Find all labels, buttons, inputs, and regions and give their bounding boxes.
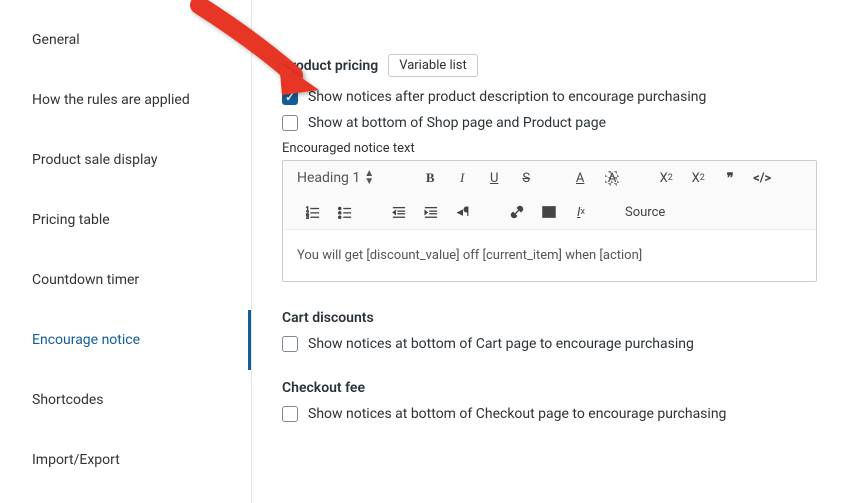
editor-toolbar: Heading 1 ▲▼ B I U S A A X2 X2 ❞ </> 123 xyxy=(283,161,816,230)
underline-icon[interactable]: U xyxy=(483,167,505,189)
subscript-icon[interactable]: X2 xyxy=(655,167,677,189)
italic-icon[interactable]: I xyxy=(451,167,473,189)
encouraged-notice-text-label: Encouraged notice text xyxy=(282,141,817,156)
sidebar-item-import-export[interactable]: Import/Export xyxy=(0,430,251,490)
unordered-list-icon[interactable] xyxy=(334,201,356,223)
strikethrough-icon[interactable]: S xyxy=(515,167,537,189)
checkout-notices-checkbox[interactable] xyxy=(282,406,298,422)
source-button[interactable]: Source xyxy=(625,201,665,223)
heading-dropdown[interactable]: Heading 1 ▲▼ xyxy=(297,170,374,186)
code-icon[interactable]: </> xyxy=(751,167,773,189)
show-bottom-shop-product-checkbox[interactable] xyxy=(282,115,298,131)
sidebar-item-shortcodes[interactable]: Shortcodes xyxy=(0,370,251,430)
background-color-icon[interactable]: A xyxy=(601,167,623,189)
variable-list-button[interactable]: Variable list xyxy=(388,54,478,77)
sidebar-item-pricing-table[interactable]: Pricing table xyxy=(0,190,251,250)
sidebar-item-countdown-timer[interactable]: Countdown timer xyxy=(0,250,251,310)
image-icon[interactable] xyxy=(538,201,560,223)
outdent-icon[interactable] xyxy=(388,201,410,223)
sidebar-item-encourage-notice[interactable]: Encourage notice xyxy=(0,310,251,370)
indent-icon[interactable] xyxy=(420,201,442,223)
superscript-icon[interactable]: X2 xyxy=(687,167,709,189)
cart-notices-label: Show notices at bottom of Cart page to e… xyxy=(308,336,694,352)
settings-sidebar: General How the rules are applied Produc… xyxy=(0,0,252,503)
text-color-icon[interactable]: A xyxy=(569,167,591,189)
svg-text:3: 3 xyxy=(306,215,309,219)
sidebar-item-product-sale-display[interactable]: Product sale display xyxy=(0,130,251,190)
bold-icon[interactable]: B xyxy=(419,167,441,189)
paragraph-direction-icon[interactable]: ◂¶ xyxy=(452,201,474,223)
cart-notices-checkbox[interactable] xyxy=(282,336,298,352)
sidebar-item-general[interactable]: General xyxy=(0,10,251,70)
product-pricing-title: Product pricing xyxy=(282,58,378,74)
ordered-list-icon[interactable]: 123 xyxy=(302,201,324,223)
show-notices-after-description-checkbox[interactable] xyxy=(282,89,298,105)
checkout-notices-label: Show notices at bottom of Checkout page … xyxy=(308,406,726,422)
blockquote-icon[interactable]: ❞ xyxy=(719,167,741,189)
rich-text-editor: Heading 1 ▲▼ B I U S A A X2 X2 ❞ </> 123 xyxy=(282,160,817,282)
show-notices-after-description-label: Show notices after product description t… xyxy=(308,89,706,105)
editor-content[interactable]: You will get [discount_value] off [curre… xyxy=(283,230,816,281)
checkout-fee-title: Checkout fee xyxy=(282,380,817,396)
show-bottom-shop-product-label: Show at bottom of Shop page and Product … xyxy=(308,115,606,131)
sidebar-item-rules-applied[interactable]: How the rules are applied xyxy=(0,70,251,130)
settings-main: Product pricing Variable list Show notic… xyxy=(252,0,847,503)
clear-format-icon[interactable]: Ix xyxy=(570,201,592,223)
link-icon[interactable] xyxy=(506,201,528,223)
cart-discounts-title: Cart discounts xyxy=(282,310,817,326)
